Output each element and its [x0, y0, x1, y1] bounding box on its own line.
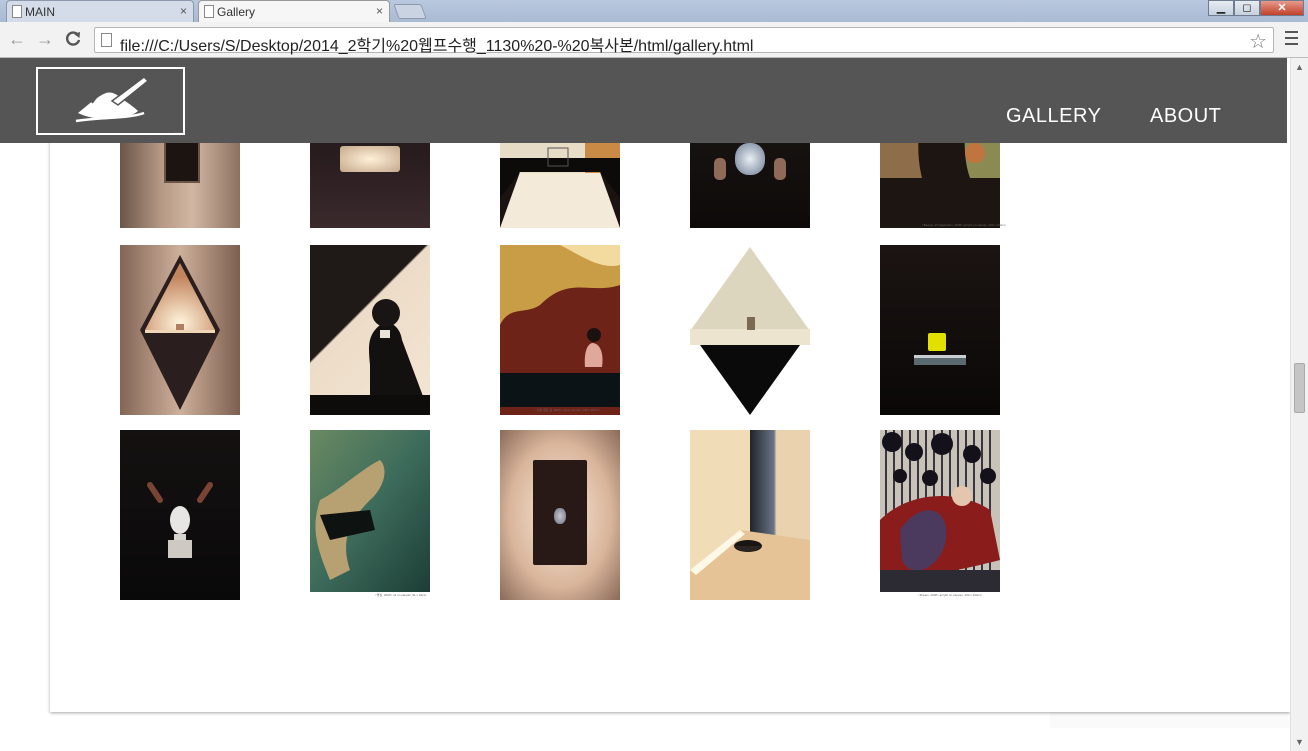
browser-toolbar: ← → file:///C:/Users/S/Desktop/2014_2학기%… [0, 22, 1308, 58]
document-icon [204, 5, 214, 18]
close-window-button[interactable]: ✕ [1260, 0, 1304, 16]
gallery-item[interactable] [120, 430, 240, 600]
close-icon[interactable]: × [180, 4, 187, 18]
document-icon [12, 5, 22, 18]
scroll-up-arrow-icon[interactable]: ▲ [1295, 62, 1304, 72]
url-text[interactable]: file:///C:/Users/S/Desktop/2014_2학기%20웹프… [120, 32, 753, 56]
scrollbar-thumb[interactable] [1294, 363, 1305, 413]
tab-gallery[interactable]: Gallery × [198, 0, 390, 22]
nav-about-link[interactable]: ABOUT [1150, 105, 1221, 128]
gallery-item[interactable] [120, 245, 240, 415]
forward-button[interactable]: → [36, 30, 54, 48]
bookmark-star-icon[interactable]: ☆ [1249, 29, 1267, 54]
gallery-item[interactable] [690, 430, 810, 600]
site-header: .... GALLERY ABOUT [0, 58, 1287, 143]
reload-icon [66, 31, 81, 46]
reload-button[interactable] [64, 30, 82, 51]
scroll-down-arrow-icon[interactable]: ▼ [1295, 737, 1304, 747]
gallery-item[interactable] [880, 245, 1000, 415]
window-controls: ▁ ◻ ✕ [1208, 0, 1304, 18]
hand-writing-pen-icon [75, 76, 150, 123]
artwork-caption: <나를 찾은 섬, 2007> oil on canvas, 130 x 164… [535, 408, 600, 412]
tab-strip: MAIN × Gallery × ▁ ◻ ✕ [0, 0, 1308, 22]
gallery-item[interactable] [310, 430, 430, 600]
page-viewport: .... GALLERY ABOUT <Beauty of Imaginatio… [0, 58, 1290, 751]
gallery-item[interactable] [310, 245, 430, 415]
page-icon [101, 33, 112, 47]
artwork-caption: <Beauty of Imagination, 2006> acrylic on… [922, 223, 1006, 227]
logo-dots: .... [173, 126, 182, 137]
gallery-item[interactable] [500, 430, 620, 600]
menu-icon[interactable] [1285, 31, 1298, 49]
gallery-item[interactable] [690, 245, 810, 415]
gallery-item[interactable] [500, 245, 620, 415]
address-bar[interactable]: file:///C:/Users/S/Desktop/2014_2학기%20웹프… [94, 27, 1274, 56]
artwork-caption: <Dream, 2006> acrylic on canvas, 130 x 1… [918, 593, 982, 597]
nav-gallery-link[interactable]: GALLERY [1006, 105, 1101, 128]
vertical-scrollbar[interactable]: ▲ ▼ [1290, 58, 1308, 751]
artwork-caption: <명상, 2006> oil on canvas, 91 x 91cm [375, 593, 427, 597]
tab-main-title: MAIN [25, 4, 55, 19]
close-icon[interactable]: × [376, 4, 383, 18]
tab-gallery-title: Gallery [217, 4, 256, 19]
tab-main[interactable]: MAIN × [6, 0, 194, 22]
gallery-item[interactable] [880, 430, 1000, 600]
maximize-button[interactable]: ◻ [1234, 0, 1260, 16]
back-button[interactable]: ← [8, 30, 26, 48]
new-tab-button[interactable] [393, 4, 427, 19]
site-logo[interactable]: .... [36, 67, 185, 137]
minimize-button[interactable]: ▁ [1208, 0, 1234, 16]
